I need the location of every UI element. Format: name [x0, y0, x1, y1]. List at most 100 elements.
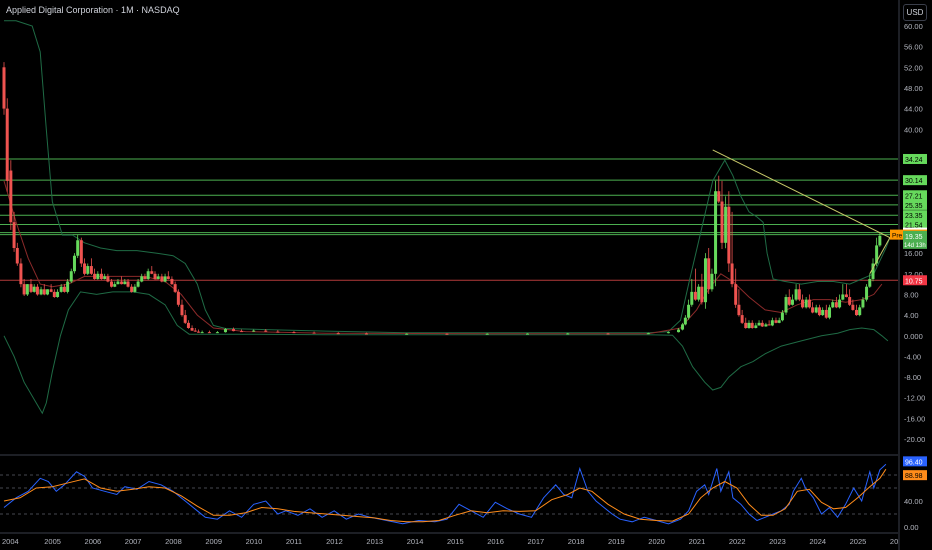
candle-down: [166, 276, 170, 279]
candle-down: [240, 331, 244, 333]
candle-down: [844, 294, 848, 298]
candle-up: [163, 276, 167, 282]
candle-up: [156, 276, 160, 279]
candle-down: [264, 330, 268, 332]
candle-down: [12, 222, 16, 248]
candle-down: [19, 263, 23, 285]
candle-up: [200, 332, 204, 334]
time-tick-label: 2019: [608, 537, 625, 546]
candle-up: [223, 329, 227, 333]
candle-up: [146, 271, 150, 279]
candle-down: [143, 276, 147, 279]
candle-up: [784, 297, 788, 313]
chart-canvas[interactable]: 40.00 0.00 96.40 88.98 60.00 56.00 52.00 48.00…: [0, 0, 932, 550]
candle-down: [110, 281, 114, 287]
candle-up: [858, 307, 862, 316]
candle-down: [767, 324, 771, 326]
price-tick-label: 8.00: [904, 290, 919, 299]
candle-up: [804, 299, 808, 308]
time-tick-label: 2017: [527, 537, 544, 546]
candle-down: [35, 286, 39, 295]
candle-down: [364, 333, 368, 335]
candle-down: [851, 304, 855, 310]
price-tick-label: -12.00: [904, 394, 925, 403]
candle-down: [740, 315, 744, 323]
candle-down: [854, 309, 858, 316]
candle-up: [646, 333, 650, 335]
candle-up: [865, 286, 869, 300]
candle-down: [5, 108, 9, 181]
candle-down: [160, 276, 164, 282]
price-tick-label: 48.00: [904, 84, 923, 93]
candle-down: [720, 201, 724, 243]
moving-average-line: [3, 180, 883, 335]
candle-down: [99, 273, 103, 279]
candle-down: [89, 266, 93, 274]
candle-down: [232, 329, 236, 332]
price-tick-label: 60.00: [904, 22, 923, 31]
lower-band-line: [3, 291, 889, 415]
candle-up: [868, 278, 872, 287]
candle-down: [787, 297, 791, 305]
candle-down: [190, 328, 194, 331]
time-tick-label: 2021: [689, 537, 706, 546]
price-tick-label: 16.00: [904, 249, 923, 258]
candle-down: [807, 299, 811, 308]
candle-down: [170, 278, 174, 285]
candle-down: [700, 286, 704, 303]
candle-down: [49, 289, 53, 292]
time-axis[interactable]: 2004 2005 2006 2007 2008 2009 2010 2011 2012 2013…: [2, 537, 898, 546]
candle-up: [45, 289, 49, 295]
horizontal-levels: [0, 158, 898, 281]
candle-up: [566, 333, 570, 335]
time-tick-label: 2004: [2, 537, 19, 546]
time-tick-label: 20: [890, 537, 898, 546]
candle-down: [83, 263, 87, 274]
candle-up: [724, 206, 728, 243]
candle-up: [405, 333, 409, 335]
candle-up: [683, 317, 687, 325]
candle-down: [153, 273, 157, 279]
candle-up: [770, 320, 774, 326]
time-tick-label: 2018: [568, 537, 585, 546]
candle-down: [824, 309, 828, 318]
candle-down: [693, 291, 697, 300]
candle-up: [56, 291, 60, 298]
candle-down: [106, 276, 110, 282]
trendlines: [712, 149, 891, 275]
candle-up: [485, 333, 489, 335]
candle-up: [780, 312, 784, 321]
price-tag-label: 19.35: [905, 234, 923, 241]
candle-down: [750, 322, 754, 329]
time-tick-label: 2008: [165, 537, 182, 546]
candle-up: [215, 332, 219, 334]
time-tick-label: 2014: [407, 537, 424, 546]
price-tag-label: 25.35: [905, 203, 923, 210]
candle-up: [821, 309, 825, 316]
candle-up: [69, 271, 73, 282]
rsi-value-label: 96.40: [905, 459, 923, 466]
candle-up: [814, 307, 818, 313]
candle-down: [9, 170, 13, 223]
candle-down: [730, 263, 734, 285]
candle-down: [42, 289, 46, 295]
candle-up: [113, 284, 117, 287]
candle-down: [797, 289, 801, 300]
candle-up: [681, 324, 685, 330]
candle-down: [445, 333, 449, 335]
candle-down: [22, 284, 26, 295]
price-tag-label: 34.24: [905, 157, 923, 164]
candle-up: [777, 320, 781, 323]
time-tick-label: 2010: [246, 537, 263, 546]
candle-down: [817, 307, 821, 316]
price-tick-label: -20.00: [904, 435, 925, 444]
time-tick-label: 2007: [125, 537, 142, 546]
candle-up: [140, 276, 144, 282]
rsi-tick-label: 0.00: [904, 523, 919, 532]
candle-up: [103, 276, 107, 279]
candle-up: [794, 289, 798, 300]
candle-down: [717, 191, 721, 202]
time-tick-label: 2006: [85, 537, 102, 546]
candle-up: [32, 286, 36, 292]
rsi-tick-label: 40.00: [904, 497, 923, 506]
